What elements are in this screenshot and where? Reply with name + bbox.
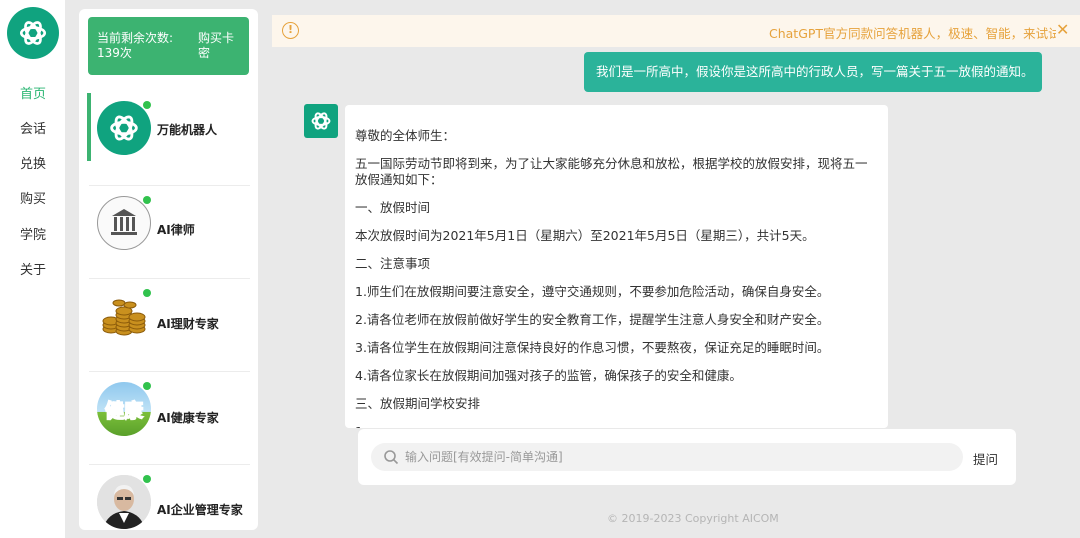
nav-item-home[interactable]: 首页 <box>0 83 65 102</box>
reply-paragraph: 三、放假期间学校安排 <box>355 396 481 411</box>
question-input-wrapper <box>371 443 963 471</box>
health-badge-icon: 健康 <box>97 382 151 436</box>
reply-paragraph: 尊敬的全体师生： <box>355 128 456 143</box>
bot-name: AI律师 <box>157 223 195 237</box>
scales-of-justice-icon <box>97 196 151 250</box>
question-input[interactable] <box>405 443 955 471</box>
input-bar: 提问 <box>358 429 1016 485</box>
banner-message: ChatGPT官方同款问答机器人，极速、智能，来试试 <box>769 26 1056 41</box>
notice-banner: ! ChatGPT官方同款问答机器人，极速、智能，来试试 ✕ <box>272 15 1080 47</box>
reply-paragraph: 2.请各位老师在放假前做好学生的安全教育工作，提醒学生注意人身安全和财产安全。 <box>355 312 830 327</box>
reply-paragraph: 五一国际劳动节即将到来，为了让大家能够充分休息和放松，根据学校的放假安排，现将五… <box>355 156 868 187</box>
bot-list-panel: 当前剩余次数: 139次 购买卡密 万能机器人 AI律师 AI理财专家 健康 A… <box>79 9 258 530</box>
reply-paragraph: 本次放假时间为2021年5月1日（星期六）至2021年5月5日（星期三），共计5… <box>355 228 815 243</box>
credits-card: 当前剩余次数: 139次 购买卡密 <box>88 17 249 75</box>
credits-label: 当前剩余次数: <box>97 31 174 45</box>
bot-item-business[interactable]: AI企业管理专家 <box>89 465 250 530</box>
openai-logo-icon[interactable] <box>7 7 59 59</box>
nav-item-sessions[interactable]: 会话 <box>0 118 65 137</box>
reply-paragraph: 一、放假时间 <box>355 200 431 215</box>
bot-name: AI健康专家 <box>157 411 219 425</box>
bot-item-finance[interactable]: AI理财专家 <box>89 279 250 372</box>
nav-item-about[interactable]: 关于 <box>0 259 65 278</box>
reply-paragraph: 二、注意事项 <box>355 256 431 271</box>
online-status-dot <box>143 101 151 109</box>
reply-paragraph: 1.师生们在放假期间要注意安全，遵守交通规则，不要参加危险活动，确保自身安全。 <box>355 284 830 299</box>
reply-paragraph: 4.请各位家长在放假期间加强对孩子的监管，确保孩子的安全和健康。 <box>355 368 742 383</box>
openai-logo-icon <box>304 104 338 138</box>
svg-text:健康: 健康 <box>105 399 144 422</box>
left-nav: 首页 会话 兑换 购买 学院 关于 <box>0 0 65 538</box>
credits-info: 当前剩余次数: 139次 <box>97 31 173 61</box>
buy-card-key-button[interactable]: 购买卡密 <box>198 31 244 61</box>
search-icon <box>384 450 399 465</box>
user-message-bubble: 我们是一所高中，假设你是这所高中的行政人员，写一篇关于五一放假的通知。 <box>584 52 1042 92</box>
bot-item-health[interactable]: 健康 AI健康专家 <box>89 372 250 465</box>
bot-reply-bubble: 尊敬的全体师生： 五一国际劳动节即将到来，为了让大家能够充分休息和放松，根据学校… <box>345 105 888 428</box>
bot-name: AI企业管理专家 <box>157 503 243 517</box>
info-icon: ! <box>282 22 299 39</box>
bot-item-lawyer[interactable]: AI律师 <box>89 186 250 279</box>
ask-button[interactable]: 提问 <box>973 449 998 468</box>
reply-paragraph: 1 <box>355 424 878 428</box>
online-status-dot <box>143 382 151 390</box>
openai-logo-icon <box>97 101 151 155</box>
gold-coins-icon <box>97 289 151 343</box>
credits-count: 139次 <box>97 46 132 60</box>
bot-item-universal[interactable]: 万能机器人 <box>87 93 250 186</box>
nav-item-redeem[interactable]: 兑换 <box>0 153 65 172</box>
online-status-dot <box>143 196 151 204</box>
bot-name: AI理财专家 <box>157 317 219 331</box>
online-status-dot <box>143 475 151 483</box>
reply-paragraph: 3.请各位学生在放假期间注意保持良好的作息习惯，不要熬夜，保证充足的睡眠时间。 <box>355 340 830 355</box>
footer-copyright: © 2019-2023 Copyright AICOM <box>607 512 779 525</box>
businessman-portrait-icon <box>97 475 151 529</box>
close-icon[interactable]: ✕ <box>1056 20 1069 39</box>
bot-name: 万能机器人 <box>157 123 218 137</box>
nav-item-academy[interactable]: 学院 <box>0 224 65 243</box>
nav-item-purchase[interactable]: 购买 <box>0 188 65 207</box>
online-status-dot <box>143 289 151 297</box>
